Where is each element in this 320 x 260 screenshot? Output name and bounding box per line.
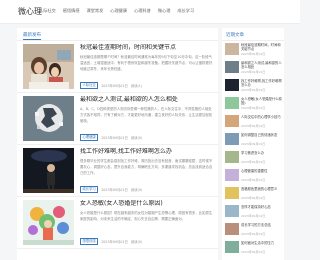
main-nav: 人际社交 感悟情感 课堂常发 心理健康 心理科普 微心理 成长学习	[39, 8, 194, 18]
sidebar-post-date: 2023年09月01日	[241, 232, 266, 236]
article-thumbnail[interactable]	[23, 96, 74, 141]
article-list-panel: 最新发布 秋冠最佳渣期时间，时间和关键节点 秋冠最佳渣期是哪个时间？秋渣最佳时间…	[17, 28, 218, 260]
article-summary: 秋冠最佳渣期是哪个时间？秋渣最佳时间通常为每年的9月下旬至10月中旬，这一阶段气…	[80, 55, 213, 71]
sidebar-post[interactable]: 秋冠最佳渣期时间，时间和关键节点 2023年09月01日	[225, 43, 283, 59]
sidebar-post-date: 2023年09月01日	[241, 70, 266, 74]
sidebar-post-date: 2023年09月01日	[241, 214, 266, 218]
sidebar-post[interactable]: 心理健康的重要性 2023年09月01日	[225, 169, 283, 185]
article-views: 阅读(0)	[130, 187, 143, 192]
article-thumbnail[interactable]	[23, 148, 74, 193]
sidebar-post-title[interactable]: 人际交往中的心理学小技巧	[241, 115, 283, 124]
article-item: 秋冠最佳渣期时间，时间和关键节点 秋冠最佳渣期是哪个时间？秋渣最佳时间通常为每年…	[17, 42, 218, 93]
sidebar-post[interactable]: 宫格颜色里面的心理意义 2023年09月01日	[225, 187, 283, 203]
sidebar-post-date: 2023年09月01日	[241, 106, 266, 110]
article-thumbnail[interactable]	[23, 200, 74, 245]
nav-item-growth[interactable]: 成长学习	[177, 8, 194, 18]
sidebar-post-title[interactable]: 宫格颜色里面的心理意义	[241, 187, 283, 196]
section-title[interactable]: 最新发布	[23, 32, 41, 38]
sidebar-post-title[interactable]: 如何面对生活中的压力	[241, 241, 283, 250]
category-tag[interactable]: 成长学习	[80, 186, 99, 193]
sidebar-post-title[interactable]: 学习焦虑怎么办	[241, 151, 283, 160]
article-title[interactable]: 最和欲之人测试,最和欲的人怎么相处	[80, 96, 216, 104]
nav-item-micro[interactable]: 微心理	[158, 8, 171, 18]
nav-item-emotion[interactable]: 感悟情感	[63, 8, 80, 18]
nav-item-health[interactable]: 心理健康	[110, 8, 127, 18]
sidebar-post[interactable]: 成长学习的方法总结 2023年09月01日	[225, 223, 283, 239]
sidebar-thumbnail[interactable]	[225, 169, 239, 181]
sidebar-post-date: 2023年09月01日	[241, 142, 266, 146]
category-tag[interactable]: 心理健康	[80, 134, 99, 141]
article-meta: 成长学习 2023年09月01日 阅读(0)	[80, 186, 142, 193]
sidebar-post-date: 2023年09月01日	[241, 160, 266, 164]
sidebar-post-title[interactable]: 如何调整自己的情绪状态	[241, 133, 283, 142]
article-meta: 心理健康 2023年09月01日 阅读(0)	[80, 134, 142, 141]
sidebar-thumbnail[interactable]	[225, 205, 239, 217]
article-views: 阅读(0)	[130, 239, 143, 244]
sidebar-post-date: 2023年09月01日	[241, 178, 266, 182]
recent-posts-sidebar: 近期文章 秋冠最佳渣期时间，时间和关键节点 2023年09月01日 最和欲之人测…	[222, 28, 284, 260]
sidebar-thumbnail[interactable]	[225, 187, 239, 199]
sidebar-post-date: 2023年09月01日	[241, 250, 266, 254]
sidebar-thumbnail[interactable]	[225, 151, 239, 163]
sidebar-thumbnail[interactable]	[225, 133, 239, 145]
sidebar-post-date: 2023年09月01日	[241, 52, 266, 56]
article-meta: 感悟情感 2023年09月01日 阅读(0)	[80, 238, 142, 245]
article-item: 女人恐敏(女人恐婚是什么原因) 女人恐婚是什么原因？现在越来越多的女性对婚姻产生…	[17, 198, 218, 249]
sidebar-post-date: 2023年09月01日	[241, 88, 266, 92]
nav-item-science[interactable]: 心理科普	[134, 8, 151, 18]
article-summary: 女人恐婚是什么原因？现在越来越多的女性对婚姻产生恐惧心理，原因有很多，比如原生家…	[80, 211, 213, 221]
article-meta: 人际社交 2023年09月01日 阅读(1)	[80, 82, 142, 89]
sidebar-post[interactable]: 学习焦虑怎么办 2023年09月01日	[225, 151, 283, 167]
article-date: 2023年09月01日	[101, 135, 128, 140]
sidebar-post-date: 2023年09月01日	[241, 196, 266, 200]
article-summary: 很多刚毕业的学生都会感到找工作好难，简历投出去没有回音，面试屡屡碰壁，这时候不要…	[80, 159, 213, 175]
sidebar-post[interactable]: 找工作好难啊,找工作好难啊怎么办 2023年09月01日	[225, 79, 283, 95]
top-navigation-bar: 微心理 人际社交 感悟情感 课堂常发 心理健康 心理科普 微心理 成长学习	[0, 0, 300, 24]
sidebar-post-date: 2023年09月01日	[241, 124, 266, 128]
nav-item-social[interactable]: 人际社交	[39, 8, 56, 18]
article-summary: A、B、C、D四种类型的人测试你是哪一种性格的人，在人际交往中，不同性格的人相处…	[80, 107, 213, 123]
sidebar-post-title[interactable]: 找工作好难啊,找工作好难啊怎么办	[241, 79, 283, 88]
article-item: 最和欲之人测试,最和欲的人怎么相处 A、B、C、D四种类型的人测试你是哪一种性格…	[17, 94, 218, 145]
sidebar-post-title[interactable]: 怎样才能保持好心态	[241, 205, 283, 214]
article-date: 2023年09月01日	[101, 83, 128, 88]
sidebar-thumbnail[interactable]	[225, 223, 239, 235]
sidebar-thumbnail[interactable]	[225, 241, 239, 253]
article-title[interactable]: 女人恐敏(女人恐婚是什么原因)	[80, 200, 216, 208]
category-tag[interactable]: 人际社交	[80, 82, 99, 89]
sidebar-post-title[interactable]: 成长学习的方法总结	[241, 223, 283, 232]
sidebar-post-title[interactable]: 女人恐敏(女人恐婚是什么原因)	[241, 97, 283, 106]
sidebar-thumbnail[interactable]	[225, 79, 239, 91]
category-tag[interactable]: 感悟情感	[80, 238, 99, 245]
sidebar-post-title[interactable]: 最和欲之人测试,最和欲的人怎么相处	[241, 61, 283, 70]
sidebar-post-title[interactable]: 心理健康的重要性	[241, 169, 283, 178]
sidebar-thumbnail[interactable]	[225, 115, 239, 127]
article-thumbnail[interactable]	[23, 44, 74, 89]
section-divider	[17, 40, 218, 41]
sidebar-thumbnail[interactable]	[225, 97, 239, 109]
sidebar-divider	[222, 40, 284, 41]
article-item: 找工作好难啊,找工作好难啊怎么办 很多刚毕业的学生都会感到找工作好难，简历投出去…	[17, 146, 218, 197]
sidebar-thumbnail[interactable]	[225, 43, 239, 55]
sidebar-post[interactable]: 女人恐敏(女人恐婚是什么原因) 2023年09月01日	[225, 97, 283, 113]
article-views: 阅读(0)	[130, 135, 143, 140]
article-views: 阅读(1)	[130, 83, 143, 88]
article-date: 2023年09月01日	[101, 239, 128, 244]
sidebar-thumbnail[interactable]	[225, 61, 239, 73]
article-title[interactable]: 找工作好难啊,找工作好难啊怎么办	[80, 148, 216, 156]
sidebar-post[interactable]: 如何面对生活中的压力 2023年09月01日	[225, 241, 283, 257]
sidebar-title: 近期文章	[226, 33, 244, 38]
sidebar-post[interactable]: 人际交往中的心理学小技巧 2023年09月01日	[225, 115, 283, 131]
sidebar-post[interactable]: 如何调整自己的情绪状态 2023年09月01日	[225, 133, 283, 149]
sidebar-post[interactable]: 最和欲之人测试,最和欲的人怎么相处 2023年09月01日	[225, 61, 283, 77]
nav-item-class[interactable]: 课堂常发	[87, 8, 104, 18]
article-title[interactable]: 秋冠最佳渣期时间，时间和关键节点	[80, 44, 216, 52]
sidebar-post-title[interactable]: 秋冠最佳渣期时间，时间和关键节点	[241, 43, 283, 52]
sidebar-post[interactable]: 怎样才能保持好心态 2023年09月01日	[225, 205, 283, 221]
article-date: 2023年09月01日	[101, 187, 128, 192]
